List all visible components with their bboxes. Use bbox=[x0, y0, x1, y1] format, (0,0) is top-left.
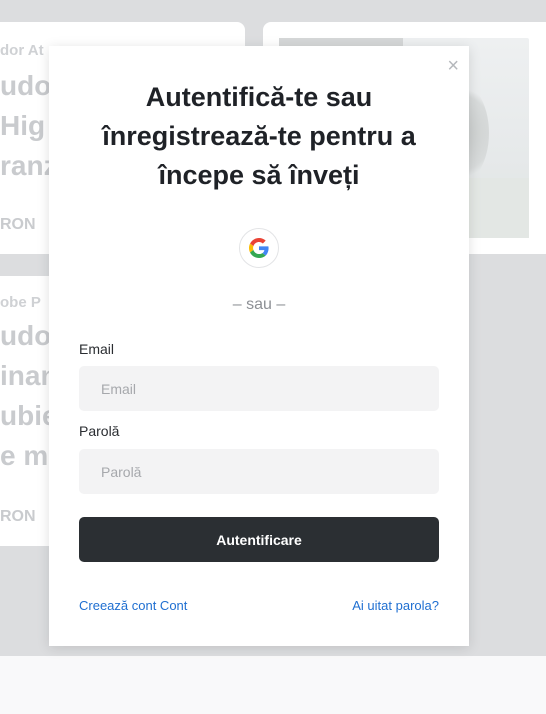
modal-title: Autentifică-te sau înregistrează-te pent… bbox=[102, 82, 416, 190]
google-icon bbox=[249, 238, 269, 258]
login-button[interactable]: Autentificare bbox=[79, 517, 439, 562]
password-field[interactable] bbox=[79, 449, 439, 494]
course-price: RON bbox=[0, 508, 36, 525]
google-login-button[interactable] bbox=[239, 228, 279, 268]
close-icon[interactable]: × bbox=[447, 54, 459, 78]
course-title-line: udo bbox=[0, 320, 52, 351]
email-field[interactable] bbox=[79, 366, 439, 411]
login-modal: × Autentifică-te sau înregistrează-te pe… bbox=[49, 46, 469, 646]
course-price: RON bbox=[0, 216, 36, 233]
course-title-line: Hig bbox=[0, 110, 46, 141]
course-title-line: udo bbox=[0, 70, 52, 101]
forgot-password-link[interactable]: Ai uitat parola? bbox=[352, 598, 439, 613]
create-account-link[interactable]: Creează cont Cont bbox=[79, 598, 187, 613]
email-label: Email bbox=[79, 341, 115, 357]
course-title-line: e mi bbox=[0, 440, 57, 471]
or-divider: – sau – bbox=[232, 296, 286, 313]
password-label: Parolă bbox=[79, 423, 120, 439]
course-category: dor At bbox=[0, 42, 44, 59]
course-category: obe P bbox=[0, 294, 41, 311]
